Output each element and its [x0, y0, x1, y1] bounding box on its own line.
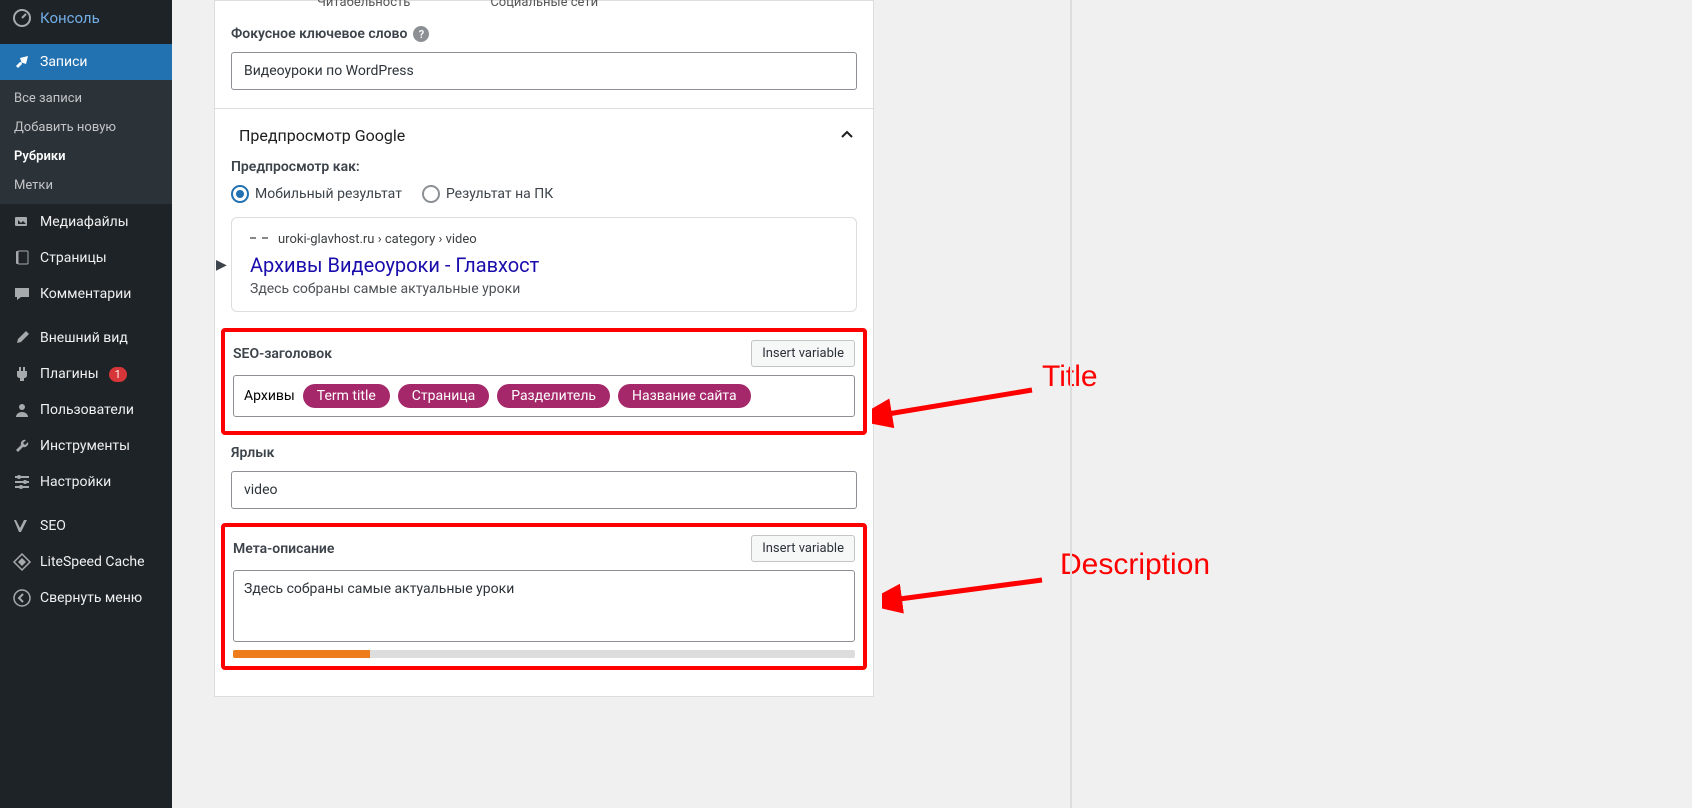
radio-icon	[422, 185, 440, 203]
meta-description-label: Мета-описание	[233, 541, 334, 557]
sidebar-label: Настройки	[40, 474, 111, 490]
seo-panel: Фокусное ключевое слово ? Предпросмотр G…	[214, 10, 874, 697]
radio-mobile[interactable]: Мобильный результат	[231, 185, 402, 203]
preview-description: Здесь собраны самые актуальные уроки	[250, 281, 838, 297]
sidebar-label: LiteSpeed Cache	[40, 554, 145, 570]
sidebar-item-seo[interactable]: SEO	[0, 508, 172, 544]
sidebar-item-comments[interactable]: Комментарии	[0, 276, 172, 312]
preview-mode-radio-group: Мобильный результат Результат на ПК	[231, 185, 857, 203]
tab-readability[interactable]: Читабельность	[317, 0, 410, 10]
google-preview-toggle[interactable]: Предпросмотр Google	[231, 125, 857, 145]
arrow-icon	[882, 570, 1052, 620]
page-icon	[12, 248, 32, 268]
slug-label: Ярлык	[231, 445, 857, 461]
plugin-icon	[12, 364, 32, 384]
google-preview-title: Предпросмотр Google	[239, 126, 405, 145]
brush-icon	[12, 328, 32, 348]
drag-handle-icon[interactable]: ▶	[216, 257, 227, 273]
tab-social[interactable]: Социальные сети	[490, 0, 598, 10]
seo-tabs: Читабельность Социальные сети	[214, 0, 874, 10]
sidebar-item-posts[interactable]: Записи	[0, 44, 172, 80]
sidebar-label: Записи	[40, 54, 88, 70]
sidebar-label: Консоль	[40, 9, 100, 27]
sidebar-item-tools[interactable]: Инструменты	[0, 428, 172, 464]
preview-as-label: Предпросмотр как:	[231, 159, 857, 175]
sidebar-sub-add-new[interactable]: Добавить новую	[0, 113, 172, 142]
sidebar-sub-categories[interactable]: Рубрики	[0, 142, 172, 171]
sidebar-sub-tags[interactable]: Метки	[0, 171, 172, 200]
help-icon[interactable]: ?	[413, 26, 429, 42]
plugins-badge: 1	[109, 367, 127, 382]
sidebar-item-plugins[interactable]: Плагины 1	[0, 356, 172, 392]
sidebar-item-users[interactable]: Пользователи	[0, 392, 172, 428]
insert-variable-button[interactable]: Insert variable	[751, 535, 855, 562]
sidebar-sub-all-posts[interactable]: Все записи	[0, 84, 172, 113]
description-length-bar	[233, 650, 855, 658]
annotation-box-title: SEO-заголовок Insert variable Архивы Ter…	[221, 328, 867, 435]
variable-pill[interactable]: Название сайта	[618, 384, 751, 408]
variable-pill[interactable]: Разделитель	[497, 384, 610, 408]
sidebar-label: Страницы	[40, 250, 107, 266]
insert-variable-button[interactable]: Insert variable	[751, 340, 855, 367]
preview-url: uroki-glavhost.ru › category › video	[250, 232, 838, 247]
column-divider	[1070, 0, 1072, 808]
seo-title-prefix: Архивы	[244, 388, 295, 404]
focus-keyword-label: Фокусное ключевое слово ?	[231, 26, 857, 42]
comment-icon	[12, 284, 32, 304]
sidebar-submenu-posts: Все записи Добавить новую Рубрики Метки	[0, 80, 172, 204]
sidebar-label: Внешний вид	[40, 330, 128, 346]
variable-pill[interactable]: Страница	[398, 384, 489, 408]
seo-title-label: SEO-заголовок	[233, 346, 332, 362]
seo-title-input[interactable]: Архивы Term title Страница Разделитель Н…	[233, 375, 855, 417]
sidebar-label: Инструменты	[40, 438, 130, 454]
sidebar-collapse[interactable]: Свернуть меню	[0, 580, 172, 616]
radio-icon	[231, 185, 249, 203]
sidebar-item-pages[interactable]: Страницы	[0, 240, 172, 276]
chevron-up-icon	[837, 125, 857, 145]
sidebar-label: Медиафайлы	[40, 214, 129, 230]
focus-keyword-input[interactable]	[231, 52, 857, 90]
sidebar-label: SEO	[40, 518, 66, 534]
preview-title: Архивы Видеоуроки - Главхост	[250, 253, 838, 277]
sidebar-item-litespeed[interactable]: LiteSpeed Cache	[0, 544, 172, 580]
sidebar-label: Свернуть меню	[40, 590, 142, 606]
wrench-icon	[12, 436, 32, 456]
sidebar-label: Плагины	[40, 366, 99, 382]
pin-icon	[12, 52, 32, 72]
collapse-icon	[12, 588, 32, 608]
dashboard-icon	[12, 8, 32, 28]
sidebar-label: Пользователи	[40, 402, 134, 418]
radio-desktop[interactable]: Результат на ПК	[422, 185, 553, 203]
sidebar-item-media[interactable]: Медиафайлы	[0, 204, 172, 240]
google-preview-card: ▶ uroki-glavhost.ru › category › video А…	[231, 217, 857, 312]
variable-pill[interactable]: Term title	[303, 384, 390, 408]
meta-description-input[interactable]	[233, 570, 855, 642]
tab-labels-partial: Читабельность Социальные сети	[317, 0, 598, 10]
annotation-description: Description	[1060, 548, 1210, 582]
favicon-icon	[250, 237, 268, 243]
sidebar-item-console[interactable]: Консоль	[0, 0, 172, 36]
admin-sidebar: Консоль Записи Все записи Добавить новую…	[0, 0, 172, 808]
user-icon	[12, 400, 32, 420]
media-icon	[12, 212, 32, 232]
litespeed-icon	[12, 552, 32, 572]
yoast-icon	[12, 516, 32, 536]
slug-input[interactable]	[231, 471, 857, 509]
sliders-icon	[12, 472, 32, 492]
sidebar-item-settings[interactable]: Настройки	[0, 464, 172, 500]
arrow-icon	[872, 370, 1042, 430]
sidebar-label: Комментарии	[40, 286, 131, 302]
main-content: Читабельность Социальные сети Фокусное к…	[172, 0, 1692, 808]
annotation-box-description: Мета-описание Insert variable	[221, 523, 867, 670]
sidebar-item-appearance[interactable]: Внешний вид	[0, 320, 172, 356]
